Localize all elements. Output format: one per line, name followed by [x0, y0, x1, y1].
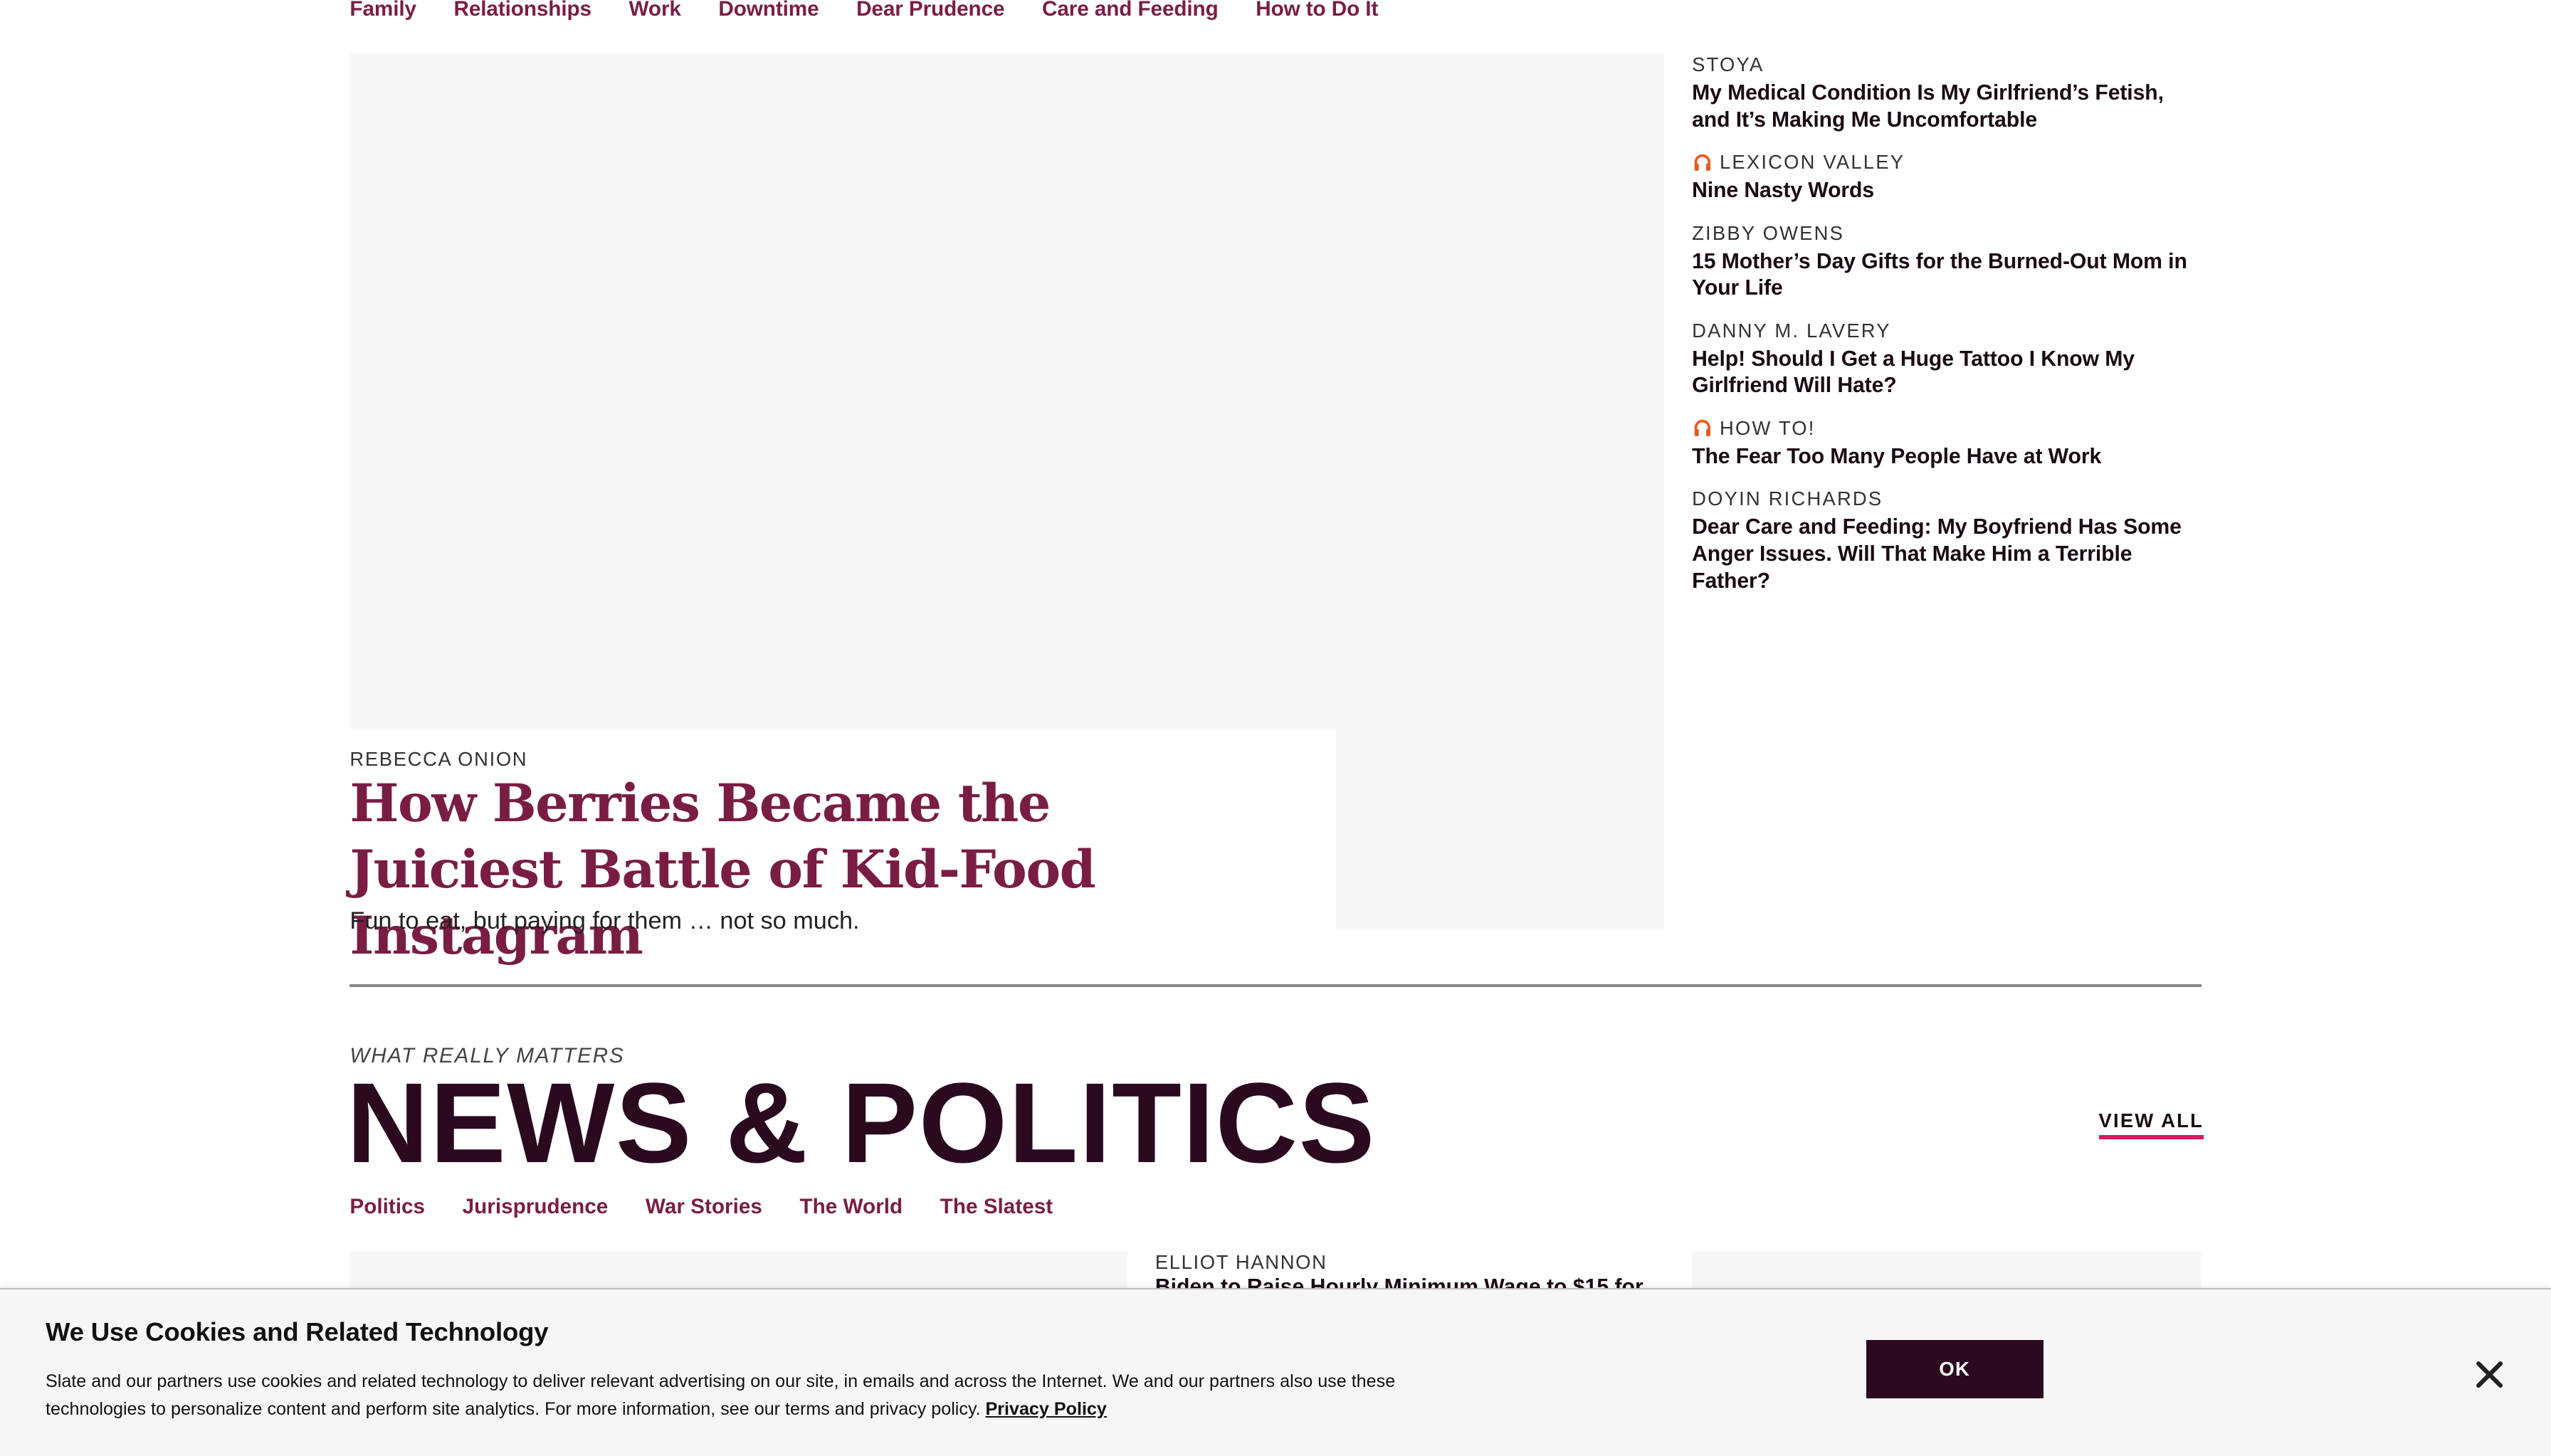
sidebar-story[interactable]: ZIBBY OWENS 15 Mother’s Day Gifts for th… — [1692, 221, 2203, 302]
story-kicker: STOYA — [1692, 52, 2203, 78]
privacy-policy-link[interactable]: Privacy Policy — [985, 1399, 1106, 1419]
sidebar-story[interactable]: LEXICON VALLEY Nine Nasty Words — [1692, 149, 2203, 204]
kicker-label: DANNY M. LAVERY — [1692, 319, 1891, 342]
cookie-title: We Use Cookies and Related Technology — [45, 1317, 549, 1347]
story-headline[interactable]: Help! Should I Get a Huge Tattoo I Know … — [1692, 346, 2203, 399]
headphones-icon — [1694, 154, 1711, 171]
subnav-jurisprudence[interactable]: Jurisprudence — [463, 1194, 609, 1220]
subnav-care-and-feeding[interactable]: Care and Feeding — [1042, 0, 1219, 22]
sidebar-story[interactable]: DANNY M. LAVERY Help! Should I Get a Hug… — [1692, 318, 2203, 399]
story-headline[interactable]: Dear Care and Feeding: My Boyfriend Has … — [1692, 514, 2203, 594]
cookie-banner: We Use Cookies and Related Technology Sl… — [0, 1288, 2551, 1456]
subnav-war-stories[interactable]: War Stories — [646, 1194, 762, 1220]
story-headline[interactable]: My Medical Condition Is My Girlfriend’s … — [1692, 80, 2203, 133]
hero-author[interactable]: REBECCA ONION — [349, 748, 527, 771]
cookie-ok-button[interactable]: OK — [1866, 1340, 2044, 1399]
news-subnav: Politics Jurisprudence War Stories The W… — [349, 1194, 1053, 1220]
close-icon — [2476, 1361, 2503, 1388]
sidebar-story[interactable]: STOYA My Medical Condition Is My Girlfri… — [1692, 52, 2203, 133]
subnav-dear-prudence[interactable]: Dear Prudence — [856, 0, 1004, 22]
sidebar-stories: STOYA My Medical Condition Is My Girlfri… — [1692, 52, 2203, 611]
section-divider — [349, 983, 2202, 988]
story-kicker: LEXICON VALLEY — [1692, 149, 2203, 176]
hero-dek: Fun to eat, but paying for them … not so… — [349, 907, 860, 935]
kicker-label: ZIBBY OWENS — [1692, 221, 1845, 244]
kicker-label: LEXICON VALLEY — [1719, 151, 1905, 174]
section-subnav: Family Relationships Work Downtime Dear … — [349, 0, 1378, 22]
subnav-politics[interactable]: Politics — [349, 1194, 425, 1220]
cookie-body-text: Slate and our partners use cookies and r… — [45, 1371, 1396, 1419]
kicker-label: STOYA — [1692, 53, 1764, 76]
story-kicker: DANNY M. LAVERY — [1692, 318, 2203, 344]
story-kicker: ZIBBY OWENS — [1692, 221, 2203, 247]
subnav-how-to-do-it[interactable]: How to Do It — [1256, 0, 1378, 22]
kicker-label: HOW TO! — [1719, 416, 1816, 439]
section-title[interactable]: NEWS & POLITICS — [347, 1060, 1376, 1186]
story-headline[interactable]: Nine Nasty Words — [1692, 177, 2203, 204]
headphones-icon — [1694, 420, 1711, 437]
subnav-the-slatest[interactable]: The Slatest — [940, 1194, 1053, 1220]
subnav-downtime[interactable]: Downtime — [718, 0, 819, 22]
view-all-link[interactable]: VIEW ALL — [2098, 1109, 2204, 1140]
story-kicker: DOYIN RICHARDS — [1692, 486, 2203, 512]
subnav-work[interactable]: Work — [629, 0, 681, 22]
story-kicker: HOW TO! — [1692, 416, 2203, 442]
subnav-relationships[interactable]: Relationships — [453, 0, 591, 22]
kicker-label: DOYIN RICHARDS — [1692, 487, 1883, 510]
cookie-body: Slate and our partners use cookies and r… — [46, 1368, 1396, 1423]
story-author[interactable]: ELLIOT HANNON — [1155, 1251, 1327, 1275]
story-headline[interactable]: The Fear Too Many People Have at Work — [1692, 443, 2203, 470]
subnav-family[interactable]: Family — [349, 0, 416, 22]
hero-headline[interactable]: How Berries Became the Juiciest Battle o… — [349, 771, 1261, 969]
sidebar-story[interactable]: HOW TO! The Fear Too Many People Have at… — [1692, 416, 2203, 470]
sidebar-story[interactable]: DOYIN RICHARDS Dear Care and Feeding: My… — [1692, 486, 2203, 594]
subnav-the-world[interactable]: The World — [799, 1194, 903, 1220]
cookie-close-button[interactable] — [2475, 1360, 2504, 1389]
story-headline[interactable]: 15 Mother’s Day Gifts for the Burned-Out… — [1692, 248, 2203, 302]
